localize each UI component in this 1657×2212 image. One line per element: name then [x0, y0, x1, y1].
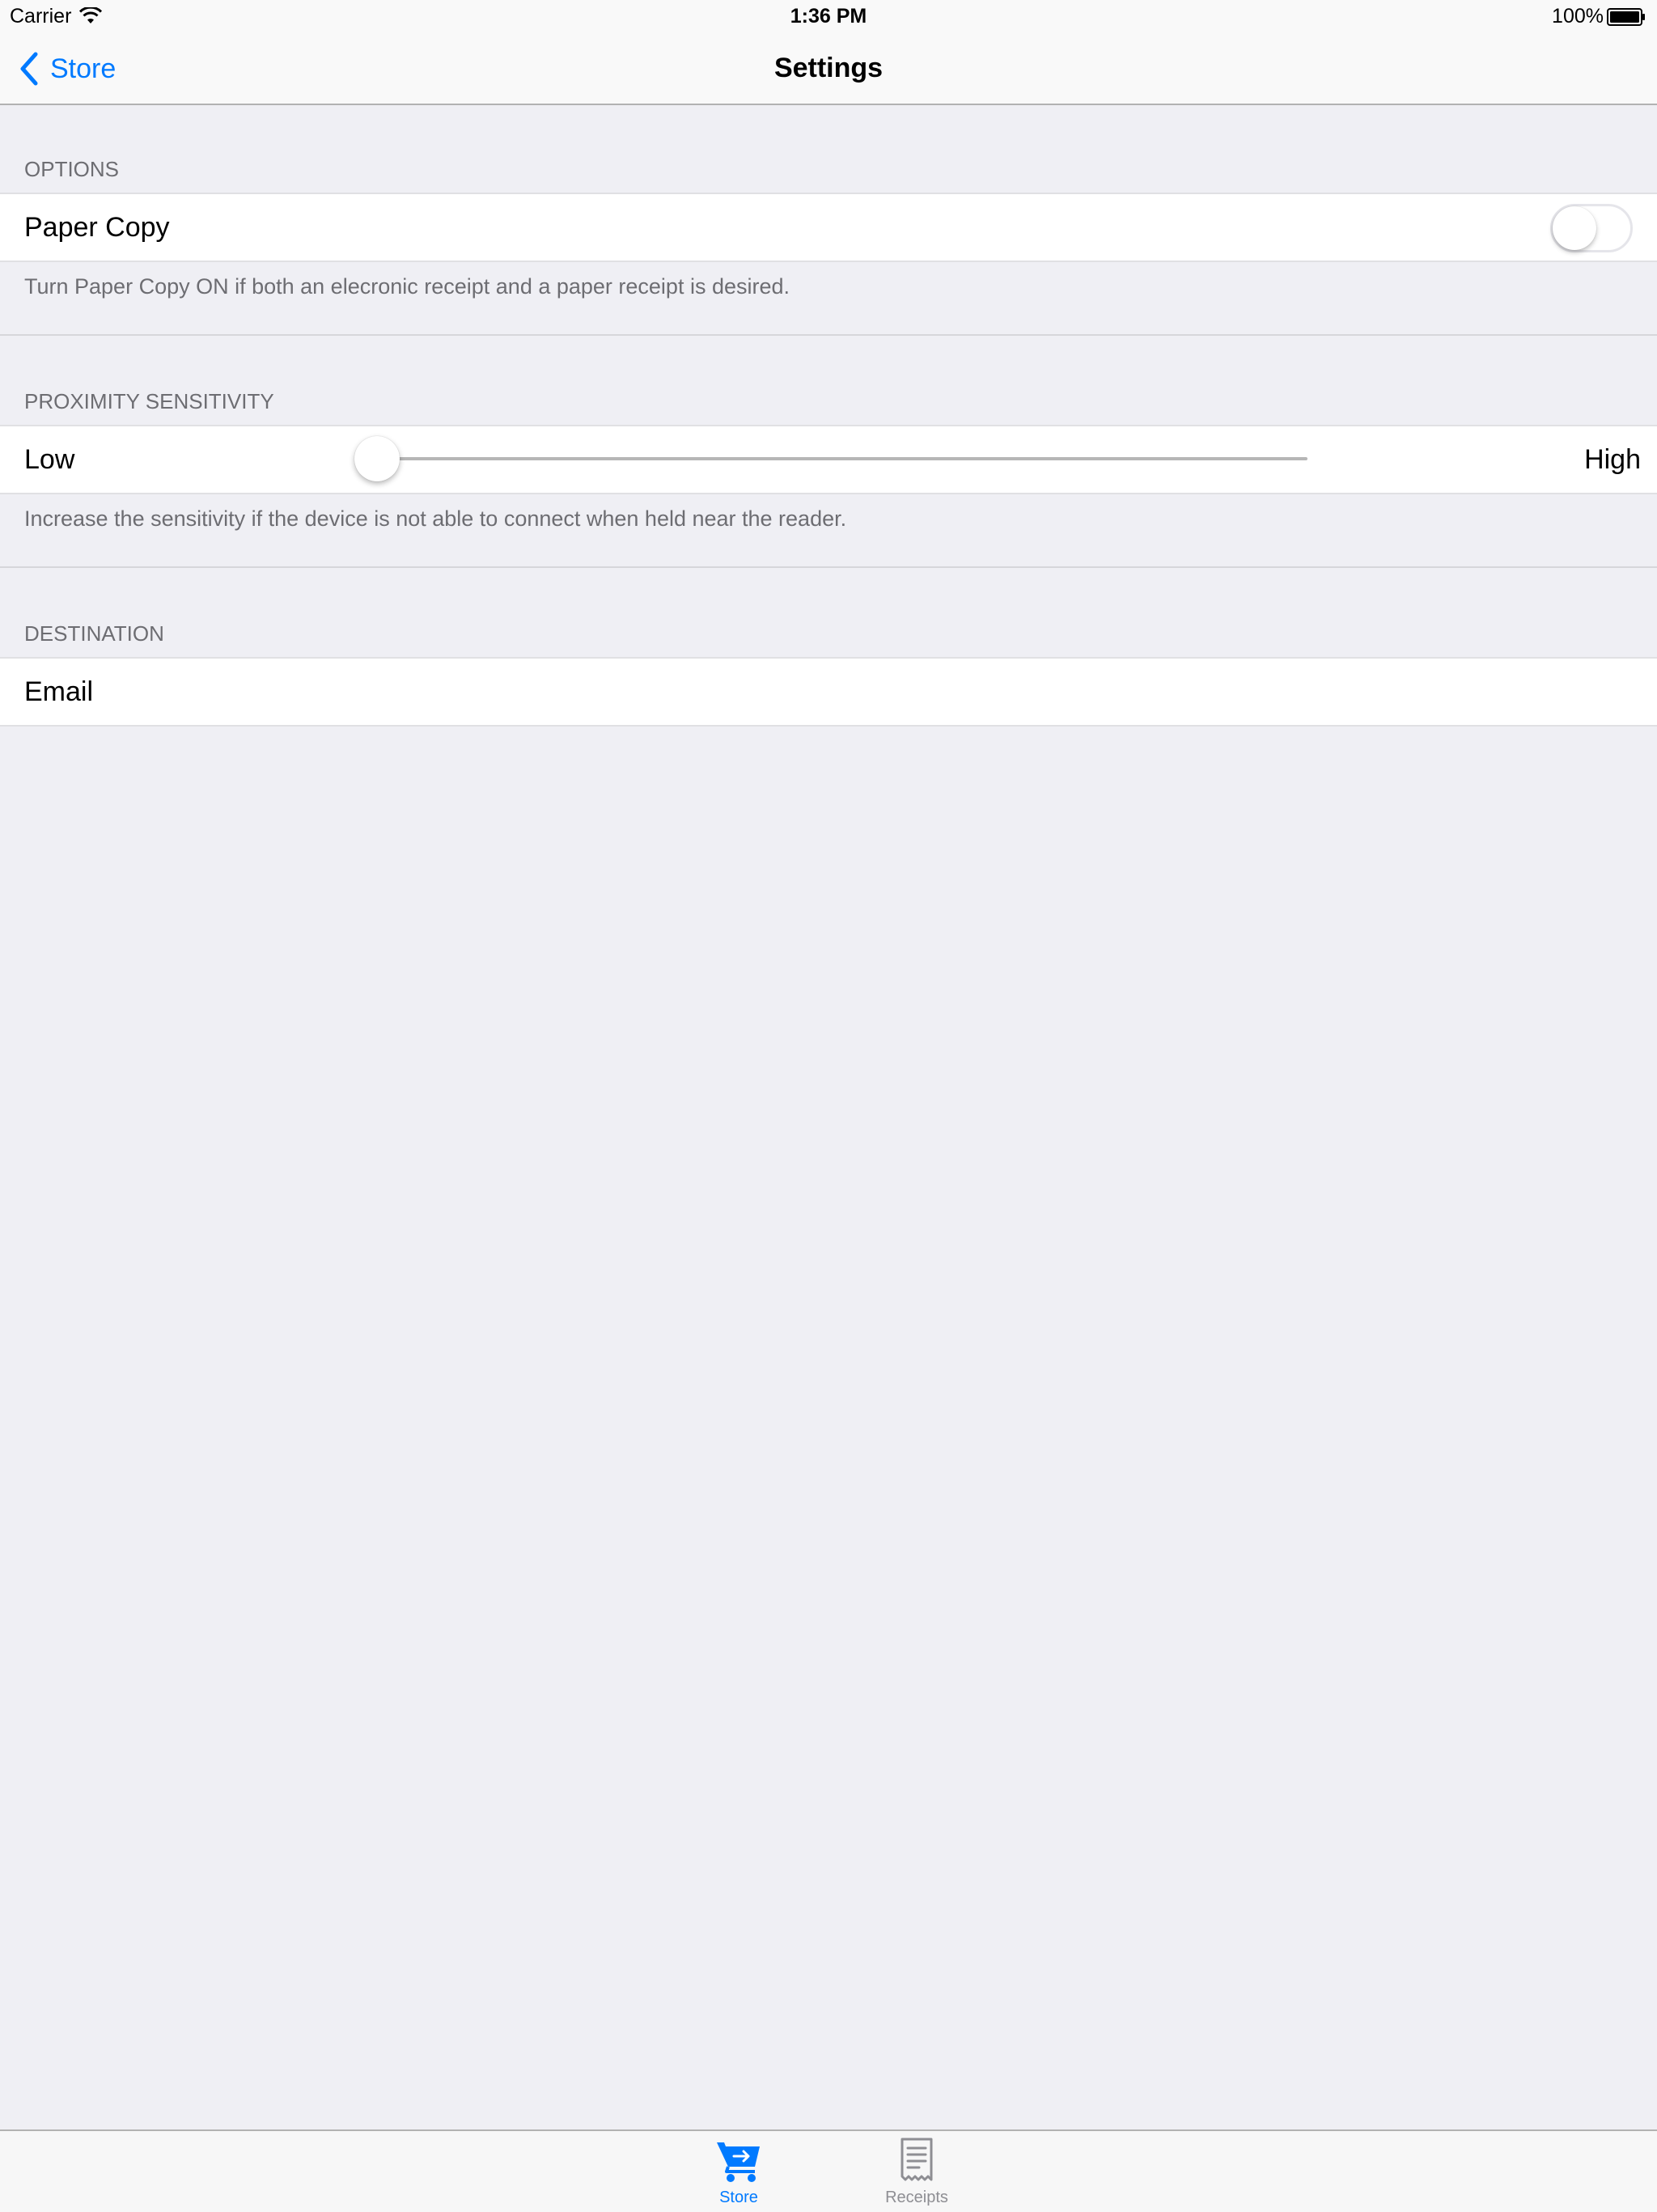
toggle-knob — [1553, 206, 1596, 250]
section-divider — [0, 566, 1657, 568]
email-cell[interactable]: Email — [0, 657, 1657, 727]
receipt-icon — [901, 2138, 933, 2181]
paper-copy-label: Paper Copy — [24, 212, 170, 243]
paper-copy-cell: Paper Copy — [0, 193, 1657, 262]
navigation-bar: Store Settings — [0, 32, 1657, 105]
tab-receipts[interactable]: Receipts — [852, 2131, 981, 2212]
email-label: Email — [24, 676, 94, 707]
tab-store-label: Store — [719, 2189, 758, 2206]
page-title: Settings — [773, 53, 884, 83]
status-bar: Carrier 1:36 PM 100% — [0, 0, 1657, 32]
cart-icon — [717, 2142, 760, 2182]
slider-max-label: High — [1584, 444, 1641, 475]
section-divider — [0, 334, 1657, 336]
status-time: 1:36 PM — [790, 5, 867, 28]
battery-percentage: 100% — [1552, 5, 1604, 28]
slider-rail — [377, 457, 1307, 460]
tab-store[interactable]: Store — [674, 2131, 803, 2212]
section-header-proximity: PROXIMITY SENSITIVITY — [24, 389, 274, 413]
tab-bar: Store Receipts — [0, 2129, 1657, 2212]
section-footer-proximity: Increase the sensitivity if the device i… — [24, 506, 847, 531]
proximity-slider[interactable] — [354, 436, 1307, 481]
paper-copy-toggle[interactable] — [1550, 204, 1633, 252]
section-header-destination: DESTINATION — [24, 621, 164, 646]
tab-receipts-label: Receipts — [885, 2189, 948, 2206]
section-header-options: OPTIONS — [24, 157, 120, 181]
section-footer-options: Turn Paper Copy ON if both an elecronic … — [24, 274, 790, 299]
proximity-slider-cell: Low High — [0, 425, 1657, 494]
slider-min-label: Low — [24, 444, 75, 475]
battery-icon — [1607, 8, 1645, 26]
slider-thumb[interactable] — [354, 436, 400, 481]
